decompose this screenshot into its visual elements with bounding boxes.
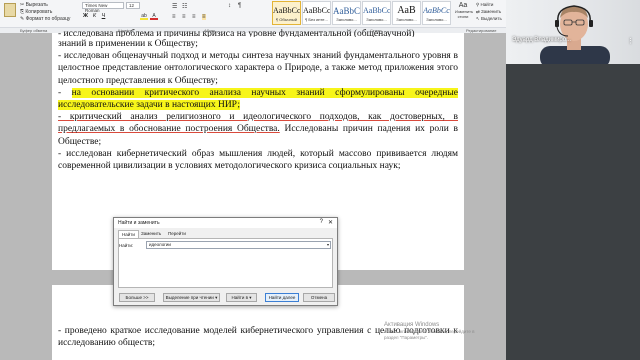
style-title[interactable]: AaB Заголово... — [392, 1, 421, 25]
more-options-icon[interactable]: ⋮ — [627, 37, 634, 45]
cut-label: Вырезать — [25, 2, 48, 8]
paragraph-highlighted: - на основании критического анализа науч… — [58, 87, 458, 111]
find-what-value: идеологии — [149, 242, 171, 247]
reading-highlight-button[interactable]: Выделение при чтении ▾ — [163, 293, 220, 302]
style-name: ¶ Без инте... — [305, 17, 328, 22]
cut-button[interactable]: ✂ Вырезать — [20, 2, 48, 8]
bold-button[interactable]: Ж — [82, 13, 89, 20]
cancel-button[interactable]: Отмена — [303, 293, 335, 302]
style-sample: AaBbCcI — [303, 6, 330, 15]
format-painter-label: Формат по образцу — [25, 16, 71, 22]
participant-avatar — [540, 5, 610, 64]
close-button[interactable]: ✕ — [328, 219, 333, 226]
paragraph: - исследован кибернетический образ мышле… — [58, 148, 458, 172]
find-in-button[interactable]: Найти в ▾ — [226, 293, 257, 302]
style-name: Заголово... — [336, 17, 357, 22]
windows-activation-watermark: Активация Windows Чтобы активировать Win… — [384, 322, 500, 340]
document-body: знаний в применении к Обществу; - исслед… — [58, 38, 458, 172]
font-color-icon[interactable]: A — [150, 14, 158, 20]
editing-group-label: Редактирование — [466, 28, 497, 33]
webcam-video: Эдуард Владимиро... ⋮ — [506, 0, 640, 64]
replace-button[interactable]: ⇄ Заменить — [476, 9, 501, 15]
find-button[interactable]: ⚲ Найти — [476, 2, 493, 8]
style-sample: AaBbC — [333, 6, 360, 16]
find-what-input[interactable]: идеологии ▾ — [146, 241, 331, 249]
style-name: ¶ Обычный — [276, 17, 297, 22]
find-label: Найти — [480, 2, 494, 7]
pilcrow-icon[interactable]: ¶ — [238, 3, 241, 9]
italic-button[interactable]: К — [91, 13, 98, 20]
participant-name: Эдуард Владимиро... — [512, 37, 572, 43]
style-subtitle[interactable]: AaBbCc Заголово... — [422, 1, 451, 25]
dialog-titlebar[interactable]: Найти и заменить ? ✕ — [114, 218, 337, 228]
screen: ✂ Вырезать ⎘ Копировать ✎ Формат по обра… — [0, 0, 640, 360]
style-sample: AaBbCc — [363, 6, 390, 15]
cut-off-line: - исследована проблема и причины кризиса… — [58, 29, 415, 37]
select-button[interactable]: ↖ Выделить — [476, 16, 502, 22]
style-sample: AaBbCcI — [273, 6, 300, 15]
paragraph: - исследован общенаучный подход и методы… — [58, 51, 458, 86]
watermark-line: раздел "Параметры". — [384, 334, 429, 340]
copy-label: Копировать — [25, 9, 53, 15]
numbering-icon[interactable]: ☷ — [182, 3, 187, 10]
paragraph-prefix: - — [58, 87, 72, 98]
style-normal[interactable]: AaBbCcI ¶ Обычный — [272, 1, 301, 25]
tab-goto[interactable]: Перейти — [165, 230, 189, 238]
align-left-icon[interactable]: ≡ — [172, 14, 176, 20]
select-label: Выделить — [481, 16, 502, 21]
align-center-icon[interactable]: ≡ — [182, 14, 186, 20]
align-right-icon[interactable]: ≡ — [192, 14, 196, 20]
paragraph-underlined: - критический анализ религиозного и идео… — [58, 111, 458, 148]
sort-icon[interactable]: ↕ — [228, 3, 231, 9]
document-background — [0, 33, 52, 360]
word-window: ✂ Вырезать ⎘ Копировать ✎ Формат по обра… — [0, 0, 506, 360]
find-what-label: Найти: — [119, 243, 134, 248]
find-replace-dialog: Найти и заменить ? ✕ Найти Заменить Пере… — [113, 217, 338, 306]
style-heading-2[interactable]: AaBbCc Заголово... — [362, 1, 391, 25]
tab-find[interactable]: Найти — [118, 230, 139, 238]
style-heading-1[interactable]: AaBbC Заголово... — [332, 1, 361, 25]
replace-label: Заменить — [481, 9, 502, 14]
bullets-icon[interactable]: ☰ — [172, 3, 177, 10]
paste-icon[interactable] — [4, 3, 16, 17]
style-sample: AaBbCc — [423, 6, 450, 15]
tab-replace[interactable]: Заменить — [138, 230, 164, 238]
font-name-select[interactable]: Times New Roman — [82, 2, 124, 13]
help-button[interactable]: ? — [320, 219, 323, 225]
change-styles-button[interactable]: Aa Изменить стили — [455, 2, 474, 19]
highlighted-text: на основании критического анализа научны… — [58, 87, 458, 111]
highlight-color-icon[interactable]: ab — [140, 14, 148, 20]
paragraph: знаний в применении к Обществу; — [58, 39, 198, 49]
style-no-spacing[interactable]: AaBbCcI ¶ Без инте... — [302, 1, 331, 25]
style-name: Заголово... — [426, 17, 447, 22]
watermark-line: Активация Windows — [384, 322, 440, 328]
font-size-select[interactable]: 12 — [126, 2, 140, 9]
change-styles-label: Изменить стили — [455, 9, 474, 19]
find-next-button[interactable]: Найти далее — [265, 293, 299, 302]
style-name: Заголово... — [366, 17, 387, 22]
more-button[interactable]: Больше >> — [119, 293, 155, 302]
dialog-title: Найти и заменить — [118, 220, 160, 226]
webcam-panel: Эдуард Владимиро... ⋮ — [506, 0, 640, 360]
copy-button[interactable]: ⎘ Копировать — [20, 9, 52, 15]
justify-icon[interactable]: ≡ — [202, 14, 206, 20]
style-sample: AaB — [397, 5, 416, 16]
format-painter-button[interactable]: ✎ Формат по образцу — [20, 16, 70, 22]
underline-button[interactable]: Ч — [100, 13, 107, 20]
style-name: Заголово... — [396, 17, 417, 22]
chevron-down-icon[interactable]: ▾ — [327, 242, 329, 248]
